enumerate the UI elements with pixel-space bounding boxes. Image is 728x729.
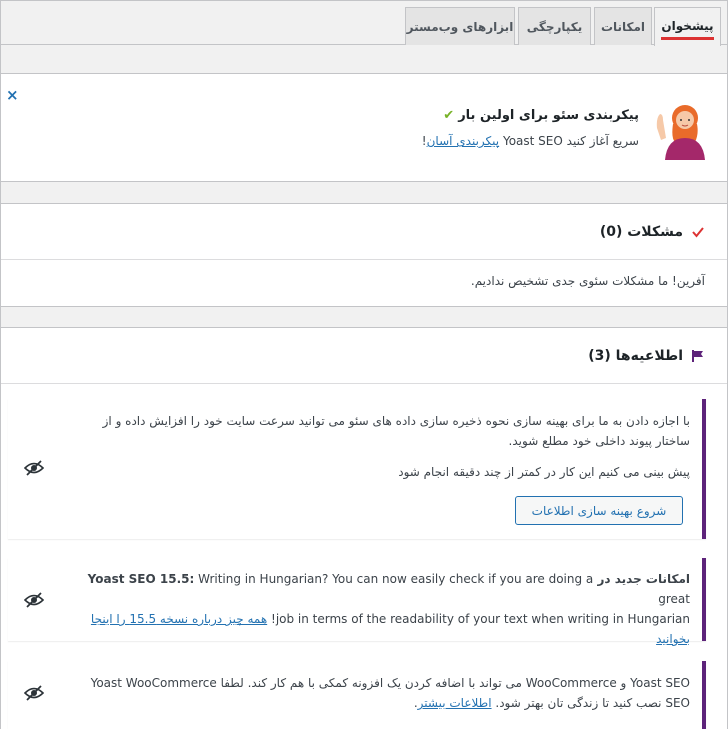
tab-webmaster-tools-label: ابزارهای وب‌مستر xyxy=(406,19,514,34)
subtitle-text: سریع آغاز کنید Yoast SEO xyxy=(502,134,639,148)
tab-integrations-label: یکپارچگی xyxy=(526,19,583,34)
notice-text: job in terms of the readability of your … xyxy=(271,612,690,626)
notice-text-line: Yoast SEO و WooCommerce می تواند با اضاف… xyxy=(90,676,690,690)
notification-new-features: امکانات جدید در Yoast SEO 15.5: Writing … xyxy=(8,558,706,646)
alert-check-icon xyxy=(692,226,704,238)
tab-integrations[interactable]: یکپارچگی xyxy=(518,7,591,45)
more-info-link[interactable]: اطلاعات بیشتر xyxy=(418,696,492,710)
problems-message: آفرین! ما مشکلات سئوی جدی تشخیص ندادیم. xyxy=(470,274,705,288)
tab-features[interactable]: امکانات xyxy=(594,7,652,45)
notice-text-line: job in terms of the readability of your … xyxy=(58,609,690,629)
dismiss-eye-icon[interactable] xyxy=(24,460,44,476)
problems-title: مشکلات (0) xyxy=(599,223,683,240)
dismiss-eye-icon[interactable] xyxy=(24,685,44,701)
notification-optimize-data: با اجازه دادن به ما برای بهینه سازی نحوه… xyxy=(8,399,706,539)
notice-text-line: امکانات جدید در Yoast SEO 15.5: Writing … xyxy=(58,569,690,609)
check-icon: ✔ xyxy=(443,108,455,123)
dismiss-eye-icon[interactable] xyxy=(24,592,44,608)
tab-dashboard[interactable]: پیشخوان xyxy=(654,7,721,46)
first-time-config-panel: × پیکربندی سئو برای اولین بار✔ سریع آغاز… xyxy=(1,73,727,182)
notice-text-line: ساختار پیوند داخلی خود مطلع شوید. xyxy=(508,434,690,448)
notice-text-line: SEO نصب کنید تا زندگی تان بهتر شود. اطلا… xyxy=(58,693,690,713)
notice-text: SEO نصب کنید تا زندگی تان بهتر شود. xyxy=(495,696,690,710)
notice-text-line: با اجازه دادن به ما برای بهینه سازی نحوه… xyxy=(102,414,690,428)
tab-features-label: امکانات xyxy=(600,19,646,34)
start-optimization-button[interactable]: شروع بهینه سازی اطلاعات xyxy=(515,496,683,525)
notice-text-line: بخوانید xyxy=(58,629,690,649)
problems-panel: مشکلات (0) آفرین! ما مشکلات سئوی جدی تشخ… xyxy=(1,203,727,307)
yoast-avatar-icon xyxy=(656,105,705,160)
release-notes-link[interactable]: همه چیز درباره نسخه 15.5 را اینجا xyxy=(91,612,267,626)
flag-icon xyxy=(692,349,703,362)
tab-bar: پیشخوان امکانات یکپارچگی ابزارهای وب‌مست… xyxy=(1,1,727,46)
problems-header: مشکلات (0) xyxy=(1,204,727,260)
notification-woocommerce: Yoast SEO و WooCommerce می تواند با اضاف… xyxy=(8,661,706,729)
close-icon[interactable]: × xyxy=(6,88,19,103)
tab-webmaster-tools[interactable]: ابزارهای وب‌مستر xyxy=(405,7,515,45)
release-notes-link-continued[interactable]: بخوانید xyxy=(656,632,690,646)
easy-config-link[interactable]: پیکربندی آسان xyxy=(427,134,500,148)
first-time-config-title: پیکربندی سئو برای اولین بار✔ xyxy=(443,108,639,123)
first-time-config-subtitle: سریع آغاز کنید Yoast SEO پیکربندی آسان! xyxy=(422,134,639,148)
notifications-title: اطلاعیه‌ها (3) xyxy=(588,347,683,364)
first-time-config-title-text: پیکربندی سئو برای اولین بار xyxy=(458,108,639,123)
tab-dashboard-label: پیشخوان xyxy=(661,19,714,40)
notifications-header: اطلاعیه‌ها (3) xyxy=(1,328,727,384)
notice-text-line: پیش بینی می کنیم این کار در کمتر از چند … xyxy=(398,465,690,479)
